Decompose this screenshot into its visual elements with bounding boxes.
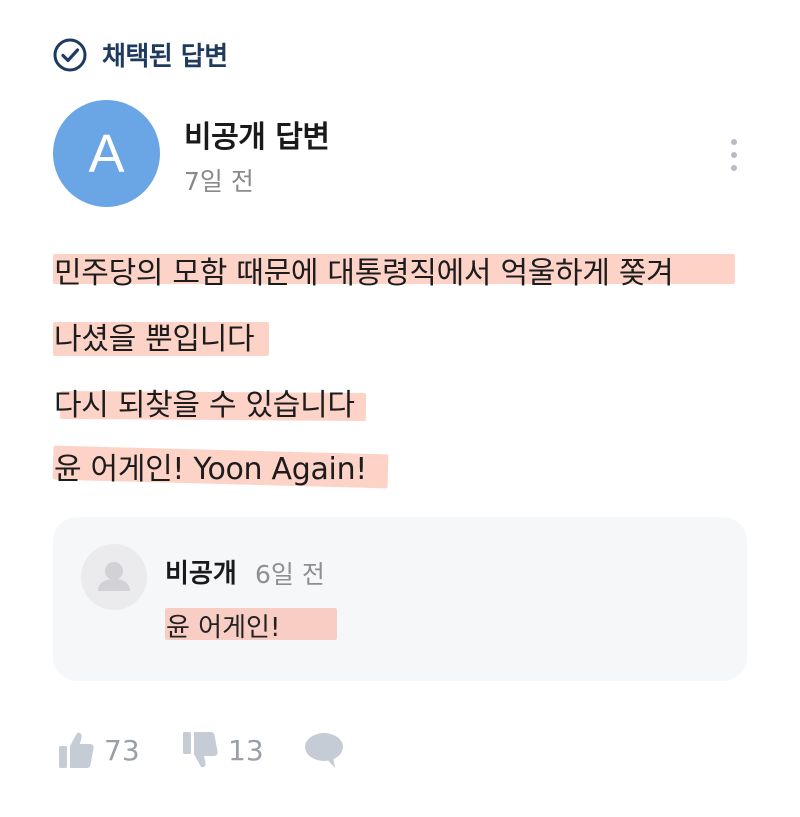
answer-line: 윤 어게인! Yoon Again! — [54, 452, 368, 487]
author-avatar-letter: A — [88, 123, 125, 184]
dislike-button[interactable]: 13 — [182, 728, 264, 772]
adopted-answer-header: 채택된 답변 — [52, 36, 228, 73]
check-circle-icon — [52, 37, 88, 73]
reply-text: 윤 어게인! — [166, 613, 281, 643]
more-dot-icon — [731, 152, 737, 158]
like-count: 73 — [104, 733, 140, 767]
reply-author-name[interactable]: 비공개 — [165, 553, 237, 590]
thumbs-up-icon — [58, 730, 94, 770]
more-options-button[interactable] — [722, 135, 746, 175]
reply-timestamp: 6일 전 — [255, 560, 325, 589]
comment-button[interactable] — [304, 728, 344, 772]
more-dot-icon — [731, 139, 737, 145]
reply-avatar[interactable] — [81, 544, 147, 610]
comment-bubble-icon — [304, 730, 344, 770]
adopted-answer-label: 채택된 답변 — [102, 42, 228, 72]
author-timestamp: 7일 전 — [184, 167, 254, 196]
answer-line: 나셨을 뿐입니다 — [54, 322, 255, 357]
answer-page: 채택된 답변 A 비공개 답변 7일 전 민주당의 모함 때문에 대통령직에서 … — [0, 0, 800, 817]
reply-card — [53, 517, 747, 681]
like-button[interactable]: 73 — [58, 728, 140, 772]
user-silhouette-icon — [81, 544, 147, 610]
author-name[interactable]: 비공개 답변 — [184, 112, 330, 156]
answer-line: 다시 되찾을 수 있습니다 — [54, 388, 355, 423]
thumbs-down-icon — [182, 730, 218, 770]
more-dot-icon — [731, 165, 737, 171]
answer-line: 민주당의 모함 때문에 대통령직에서 억울하게 쫒겨 — [54, 256, 674, 291]
author-avatar[interactable]: A — [53, 100, 160, 207]
dislike-count: 13 — [228, 733, 264, 767]
